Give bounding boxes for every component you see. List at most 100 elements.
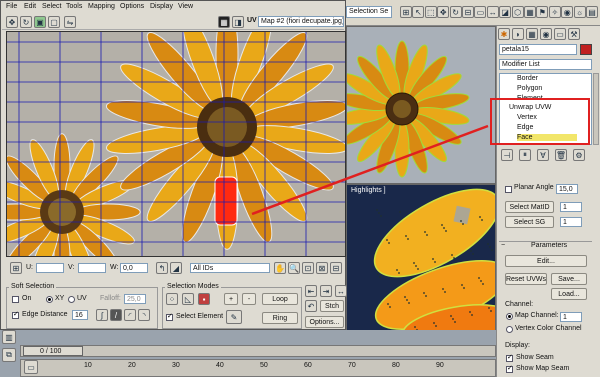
schematic-icon[interactable]: ⚑: [536, 6, 549, 18]
lock-selection-icon[interactable]: ⊞: [10, 262, 22, 274]
menu-item[interactable]: Tools: [66, 3, 82, 10]
selection-set-dropdown[interactable]: Selection Se: [346, 6, 392, 18]
uv-canvas[interactable]: [6, 31, 346, 257]
scale-tool-icon[interactable]: ▣: [34, 16, 46, 28]
falloff-linear-icon[interactable]: /: [110, 309, 122, 321]
loop-button[interactable]: Loop: [262, 293, 298, 305]
render-frame-icon[interactable]: ▤: [586, 6, 598, 18]
mirror-icon[interactable]: ↔: [486, 6, 499, 18]
snap-icon[interactable]: ◢: [170, 262, 182, 274]
soft-selection-on-checkbox[interactable]: [12, 296, 19, 303]
command-panel-scrollbar[interactable]: [593, 73, 599, 145]
edge-mode-icon[interactable]: ◺: [182, 293, 194, 305]
object-color-swatch[interactable]: [580, 44, 592, 55]
map-channel-field[interactable]: 1: [560, 312, 582, 322]
stack-item[interactable]: Polygon: [517, 85, 542, 92]
pan-icon[interactable]: ✋: [274, 262, 286, 274]
w-field[interactable]: 0,0: [120, 263, 148, 273]
remove-modifier-icon[interactable]: 🗑: [555, 149, 567, 161]
map-color-swatch-icon[interactable]: ▦: [218, 16, 230, 28]
stack-item[interactable]: Border: [517, 75, 538, 82]
menu-item[interactable]: Edit: [24, 3, 36, 10]
flip-h-icon[interactable]: ↔: [335, 285, 347, 297]
region-icon[interactable]: ⬚: [424, 6, 437, 18]
edit-button[interactable]: Edit...: [505, 255, 587, 267]
stitch-button[interactable]: Stch: [320, 300, 344, 312]
modify-tab-icon[interactable]: ◗: [512, 28, 524, 40]
curve-editor-icon[interactable]: ▦: [524, 6, 536, 18]
vertex-color-channel-radio[interactable]: [506, 326, 513, 333]
edge-distance-field[interactable]: 16: [72, 310, 88, 320]
select-matid-field[interactable]: 1: [560, 202, 582, 212]
time-slider[interactable]: 0 / 100: [20, 345, 496, 357]
uv-radio[interactable]: [68, 296, 75, 303]
utilities-tab-icon[interactable]: ⚒: [568, 28, 580, 40]
xy-radio[interactable]: [46, 296, 53, 303]
load-button[interactable]: Load...: [551, 288, 587, 300]
edge-distance-checkbox[interactable]: [12, 310, 19, 319]
menu-item[interactable]: View: [178, 3, 193, 10]
select-sg-field[interactable]: 1: [560, 217, 582, 227]
reset-uvws-button[interactable]: Reset UVWs: [505, 273, 547, 285]
map-channel-radio[interactable]: [506, 313, 513, 320]
planar-angle-checkbox[interactable]: [505, 186, 512, 193]
menu-item[interactable]: File: [6, 3, 17, 10]
render-setup-icon[interactable]: ◉: [561, 6, 574, 18]
motion-tab-icon[interactable]: ◉: [540, 28, 552, 40]
menu-item[interactable]: Display: [150, 3, 173, 10]
mini-curve-editor-icon[interactable]: ▭: [24, 360, 38, 374]
viewport-bottom[interactable]: Highlights ]: [346, 184, 496, 339]
menu-item[interactable]: Select: [42, 3, 61, 10]
zoom-region-icon[interactable]: ⊡: [302, 262, 314, 274]
ring-button[interactable]: Ring: [262, 312, 298, 324]
face-mode-icon[interactable]: ▪: [198, 293, 210, 305]
falloff-smooth-icon[interactable]: ∫: [96, 309, 108, 321]
map-dropdown[interactable]: Map #2 (fiori decupate.jpg): [258, 16, 344, 27]
zoom-extents-icon[interactable]: ⊠: [316, 262, 328, 274]
save-button[interactable]: Save...: [551, 273, 587, 285]
menu-item[interactable]: Mapping: [88, 3, 115, 10]
ids-dropdown[interactable]: All IDs: [190, 263, 270, 273]
zoom-icon[interactable]: 🔍: [288, 262, 300, 274]
select-by-name-icon[interactable]: ↖: [412, 6, 425, 18]
paint-select-icon[interactable]: ↰: [156, 262, 168, 274]
hierarchy-tab-icon[interactable]: ▦: [526, 28, 538, 40]
create-tab-icon[interactable]: ✱: [498, 28, 510, 40]
vertex-mode-icon[interactable]: ⁘: [166, 293, 178, 305]
checker-icon[interactable]: ◨: [232, 16, 244, 28]
select-sg-button[interactable]: Select SG: [505, 216, 554, 228]
move-icon[interactable]: ✥: [437, 6, 450, 18]
show-seam-checkbox[interactable]: [506, 353, 513, 362]
select-matid-button[interactable]: Select MatID: [505, 201, 554, 213]
selected-uv-face[interactable]: [214, 176, 238, 226]
zoom-selected-icon[interactable]: ⊟: [330, 262, 342, 274]
viewport-top[interactable]: [346, 26, 496, 184]
falloff-slow-icon[interactable]: ◜: [124, 309, 136, 321]
ref-coord-icon[interactable]: ▭: [474, 6, 487, 18]
make-unique-icon[interactable]: ∀: [537, 149, 549, 161]
u-field[interactable]: [36, 263, 64, 273]
time-slider-thumb[interactable]: 0 / 100: [23, 346, 83, 356]
shrink-selection-button[interactable]: -: [242, 293, 256, 305]
move-tool-icon[interactable]: ✥: [6, 16, 18, 28]
options-button[interactable]: Options...: [305, 316, 344, 328]
left-dock-icon-2[interactable]: ⧉: [2, 348, 16, 362]
display-tab-icon[interactable]: ▭: [554, 28, 566, 40]
parameters-rollout-header[interactable]: − Parameters: [499, 241, 592, 251]
rotate-icon[interactable]: ↻: [449, 6, 462, 18]
rotate-ccw-icon[interactable]: ↶: [305, 300, 317, 312]
falloff-field[interactable]: 25,0: [124, 294, 146, 304]
pin-stack-icon[interactable]: ⊣: [501, 149, 513, 161]
align-icon[interactable]: ◪: [499, 6, 512, 18]
select-icon[interactable]: ⊞: [400, 6, 412, 18]
left-dock-icon[interactable]: ▥: [2, 330, 16, 344]
planar-angle-field[interactable]: 15,0: [556, 184, 578, 194]
configure-sets-icon[interactable]: ⚙: [573, 149, 585, 161]
freeform-tool-icon[interactable]: ▢: [48, 16, 60, 28]
menu-item[interactable]: Options: [120, 3, 144, 10]
grow-selection-button[interactable]: +: [224, 293, 238, 305]
render-icon[interactable]: ☼: [573, 6, 586, 18]
object-name-field[interactable]: petala15: [499, 44, 577, 55]
rotate-tool-icon[interactable]: ↻: [20, 16, 32, 28]
material-editor-icon[interactable]: ✧: [548, 6, 561, 18]
